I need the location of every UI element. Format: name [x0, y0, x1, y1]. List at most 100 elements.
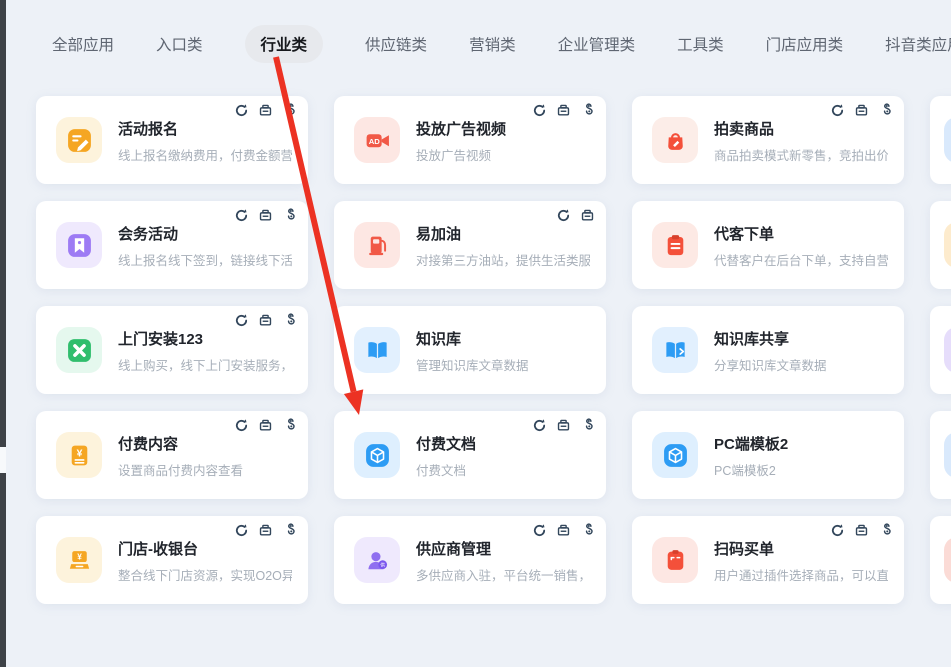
partial-app-card[interactable]	[930, 516, 951, 604]
app-title: 付费文档	[416, 433, 476, 454]
link-icon[interactable]	[580, 418, 595, 433]
category-tab[interactable]: 入口类	[156, 25, 203, 63]
store-icon[interactable]	[556, 103, 571, 118]
app-card[interactable]: 扫码买单 用户通过插件选择商品，可以直接...	[632, 516, 904, 604]
refresh-icon[interactable]	[234, 313, 249, 328]
partial-app-card[interactable]	[930, 201, 951, 289]
cube-icon	[652, 432, 698, 478]
app-card[interactable]: PC端模板2 PC端模板2	[632, 411, 904, 499]
card-corner-actions	[830, 523, 893, 538]
refresh-icon[interactable]	[234, 418, 249, 433]
category-tab[interactable]: 企业管理类	[558, 25, 636, 63]
app-card[interactable]: ¥ 门店-收银台 整合线下门店资源，实现O2O异业...	[36, 516, 308, 604]
category-tab[interactable]: 行业类	[245, 25, 324, 63]
store-icon[interactable]	[854, 523, 869, 538]
category-tab[interactable]: 抖音类应用	[885, 25, 951, 63]
card-corner-actions	[234, 313, 297, 328]
link-icon[interactable]	[580, 103, 595, 118]
app-description: 线上报名缴纳费用，付费金额营销...	[118, 145, 292, 164]
refresh-icon[interactable]	[830, 103, 845, 118]
fuel-pump-icon	[354, 222, 400, 268]
link-icon[interactable]	[282, 103, 297, 118]
paid-document-icon: ¥	[56, 432, 102, 478]
category-tab[interactable]: 门店应用类	[766, 25, 844, 63]
store-icon[interactable]	[258, 313, 273, 328]
store-icon[interactable]	[258, 208, 273, 223]
partial-app-icon	[944, 432, 951, 478]
partial-app-icon	[944, 327, 951, 373]
refresh-icon[interactable]	[830, 523, 845, 538]
link-icon[interactable]	[282, 313, 297, 328]
refresh-icon[interactable]	[234, 523, 249, 538]
refresh-icon[interactable]	[532, 523, 547, 538]
refresh-icon[interactable]	[234, 103, 249, 118]
refresh-icon[interactable]	[532, 418, 547, 433]
left-strip-notch	[0, 447, 6, 473]
app-card[interactable]: 知识库共享 分享知识库文章数据	[632, 306, 904, 394]
card-corner-actions	[234, 103, 297, 118]
app-title: 投放广告视频	[416, 118, 506, 139]
link-icon[interactable]	[282, 418, 297, 433]
category-tab[interactable]: 工具类	[677, 25, 724, 63]
store-icon[interactable]	[258, 418, 273, 433]
app-card[interactable]: AD 投放广告视频 投放广告视频	[334, 96, 606, 184]
bookmark-star-icon	[56, 222, 102, 268]
app-card-grid: 活动报名 线上报名缴纳费用，付费金额营销... AD 投放广告视频 投放广告视频…	[36, 96, 904, 604]
card-text: 活动报名 线上报名缴纳费用，付费金额营销...	[118, 116, 292, 164]
app-description: 投放广告视频	[416, 145, 506, 164]
store-icon[interactable]	[258, 523, 273, 538]
link-icon[interactable]	[878, 103, 893, 118]
link-icon[interactable]	[282, 208, 297, 223]
refresh-icon[interactable]	[234, 208, 249, 223]
tab-label: 全部应用	[52, 37, 114, 54]
category-tab[interactable]: 全部应用	[52, 25, 114, 63]
refresh-icon[interactable]	[532, 103, 547, 118]
ad-video-icon: AD	[354, 117, 400, 163]
store-icon[interactable]	[556, 418, 571, 433]
app-card[interactable]: 供 供应商管理 多供应商入驻，平台统一销售，商...	[334, 516, 606, 604]
app-title: 知识库共享	[714, 328, 827, 349]
card-text: 代客下单 代替客户在后台下单，支持自营，...	[714, 221, 888, 269]
partial-app-card[interactable]	[930, 96, 951, 184]
card-corner-actions	[532, 523, 595, 538]
refresh-icon[interactable]	[556, 208, 571, 223]
partial-app-card[interactable]	[930, 306, 951, 394]
app-card[interactable]: 代客下单 代替客户在后台下单，支持自营，...	[632, 201, 904, 289]
app-title: PC端模板2	[714, 433, 788, 454]
link-icon[interactable]	[282, 523, 297, 538]
clipboard-icon	[652, 222, 698, 268]
store-icon[interactable]	[556, 523, 571, 538]
link-icon[interactable]	[580, 523, 595, 538]
app-title: 代客下单	[714, 223, 888, 244]
partial-app-card[interactable]	[930, 411, 951, 499]
card-text: 知识库 管理知识库文章数据	[416, 326, 529, 374]
app-card[interactable]: 活动报名 线上报名缴纳费用，付费金额营销...	[36, 96, 308, 184]
app-title: 会务活动	[118, 223, 292, 244]
store-icon[interactable]	[854, 103, 869, 118]
app-card[interactable]: 上门安装123 线上购买，线下上门安装服务，核...	[36, 306, 308, 394]
app-description: 整合线下门店资源，实现O2O异业...	[118, 565, 292, 584]
store-icon[interactable]	[580, 208, 595, 223]
app-description: 线上报名线下签到，链接线下活动。	[118, 250, 292, 269]
app-card[interactable]: 付费文档 付费文档	[334, 411, 606, 499]
app-card[interactable]: ¥ 付费内容 设置商品付费内容查看	[36, 411, 308, 499]
category-tab[interactable]: 供应链类	[365, 25, 427, 63]
auction-bag-icon	[652, 117, 698, 163]
app-description: 设置商品付费内容查看	[118, 460, 243, 479]
app-description: 对接第三方油站，提供生活类服务。	[416, 250, 590, 269]
app-card[interactable]: 易加油 对接第三方油站，提供生活类服务。	[334, 201, 606, 289]
app-title: 活动报名	[118, 118, 292, 139]
pen-document-icon	[56, 117, 102, 163]
card-corner-actions	[234, 418, 297, 433]
tab-label: 企业管理类	[558, 37, 636, 54]
app-description: 用户通过插件选择商品，可以直接...	[714, 565, 888, 584]
scan-clipboard-icon	[652, 537, 698, 583]
app-card[interactable]: 拍卖商品 商品拍卖模式新零售，竞拍出价得...	[632, 96, 904, 184]
category-tab[interactable]: 营销类	[469, 25, 516, 63]
tab-label: 门店应用类	[766, 37, 844, 54]
link-icon[interactable]	[878, 523, 893, 538]
app-card[interactable]: 知识库 管理知识库文章数据	[334, 306, 606, 394]
store-icon[interactable]	[258, 103, 273, 118]
app-card[interactable]: 会务活动 线上报名线下签到，链接线下活动。	[36, 201, 308, 289]
left-edge-sidebar-strip	[0, 0, 6, 667]
